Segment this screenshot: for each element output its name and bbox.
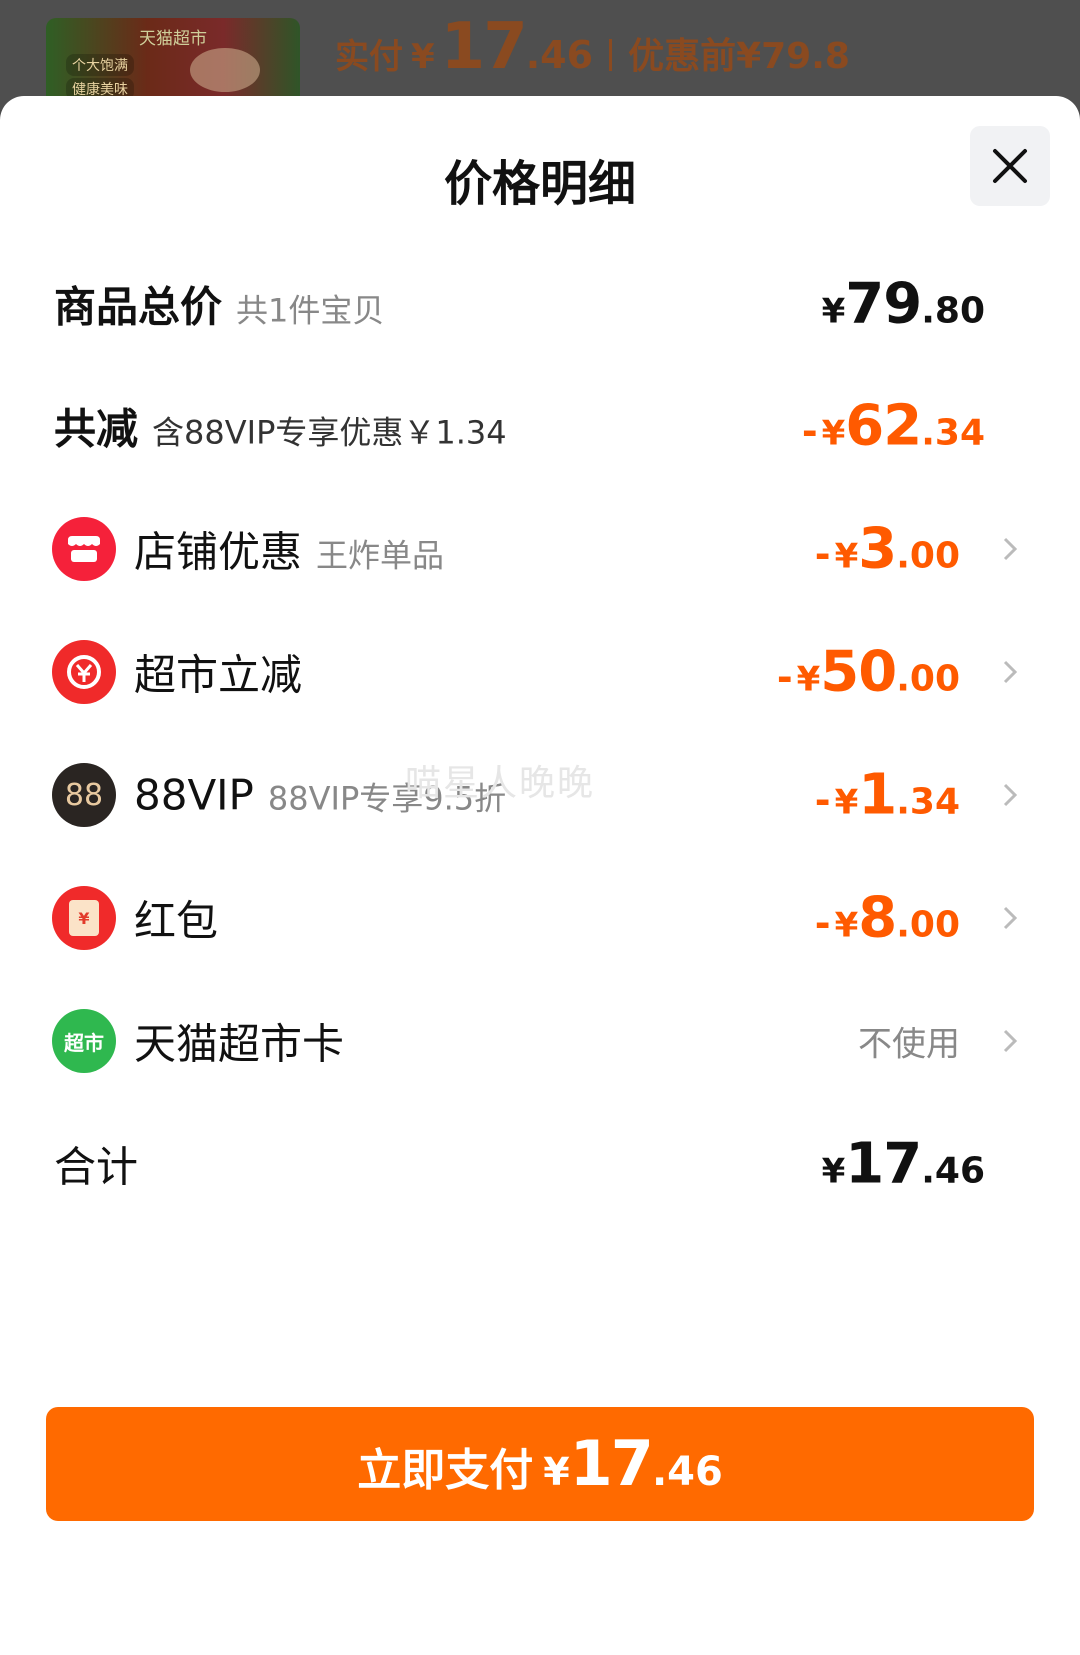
paid-decimal: .46 (525, 33, 594, 77)
row-label: 合计 (54, 1142, 139, 1192)
chevron-right-icon (1003, 660, 1018, 684)
row-amount: ¥79.80 (821, 271, 985, 337)
currency-symbol: ¥ (411, 37, 435, 77)
paid-label: 实付 (335, 37, 403, 77)
row-amount: - ¥1.34 (814, 762, 960, 828)
row-label: 超市立减 (134, 650, 303, 700)
yen-refresh-icon (52, 640, 116, 704)
chevron-right-icon (1003, 783, 1018, 807)
row-shop-discount[interactable]: 店铺优惠 王炸单品 - ¥3.00 (0, 509, 1080, 589)
pay-integer: 17 (569, 1427, 654, 1500)
paid-price: 实付 ¥ 17 .46 优惠前 ¥79.8 (335, 10, 850, 100)
row-amount: - ¥3.00 (814, 516, 960, 582)
card-status: 不使用 (858, 1024, 960, 1065)
row-sublabel: 含88VIP专享优惠￥1.34 (152, 413, 507, 452)
row-amount: ¥17.46 (821, 1131, 985, 1197)
watermark: 喵星人晚晚 (405, 763, 596, 804)
row-sublabel: 王炸单品 (316, 536, 445, 575)
row-sum: 合计 ¥17.46 (0, 1124, 1080, 1204)
vip-88-icon: 88 (52, 763, 116, 827)
row-total-discount: 共减 含88VIP专享优惠￥1.34 - ¥62.34 (0, 386, 1080, 466)
row-label: 天猫超市卡 (134, 1019, 345, 1069)
row-amount: - ¥50.00 (776, 639, 960, 705)
before-discount-price: ¥79.8 (736, 36, 850, 77)
row-sublabel: 共1件宝贝 (236, 291, 385, 330)
row-label: 商品总价 (54, 282, 223, 332)
row-label: 88VIP (134, 770, 254, 820)
pay-now-button[interactable]: 立即支付 ¥ 17 .46 (46, 1407, 1034, 1521)
row-label: 共减 (54, 404, 139, 454)
sheet-title: 价格明细 (443, 156, 636, 212)
row-amount: - ¥62.34 (801, 393, 985, 459)
chevron-right-icon (1003, 906, 1018, 930)
divider (609, 39, 613, 71)
chevron-right-icon (1003, 537, 1018, 561)
order-summary-bar: 天猫超市 个大饱满 健康美味 实付 ¥ 17 .46 优惠前 ¥79.8 (0, 0, 1080, 110)
row-market-card[interactable]: 超市 天猫超市卡 不使用 (0, 1001, 1080, 1081)
red-packet-icon: ¥ (52, 886, 116, 950)
row-amount: - ¥8.00 (814, 885, 960, 951)
row-goods-total: 商品总价 共1件宝贝 ¥79.80 (0, 264, 1080, 344)
pay-decimal: .46 (651, 1449, 723, 1495)
supermarket-card-icon: 超市 (52, 1009, 116, 1073)
product-image-shape (190, 48, 260, 92)
thumbnail-title: 天猫超市 (139, 29, 207, 49)
before-discount-label: 优惠前 (628, 36, 737, 77)
close-button[interactable] (970, 126, 1050, 206)
store-icon (52, 517, 116, 581)
paid-integer: 17 (440, 10, 528, 84)
pay-currency: ¥ (543, 1450, 570, 1494)
row-market-discount[interactable]: 超市立减 - ¥50.00 (0, 632, 1080, 712)
row-red-packet[interactable]: ¥ 红包 - ¥8.00 (0, 878, 1080, 958)
thumbnail-tag: 个大饱满 (66, 54, 134, 76)
chevron-right-icon (1003, 1029, 1018, 1053)
row-label: 店铺优惠 (134, 527, 303, 577)
close-icon (993, 149, 1027, 183)
pay-button-label: 立即支付 (357, 1445, 534, 1496)
row-label: 红包 (134, 896, 219, 946)
